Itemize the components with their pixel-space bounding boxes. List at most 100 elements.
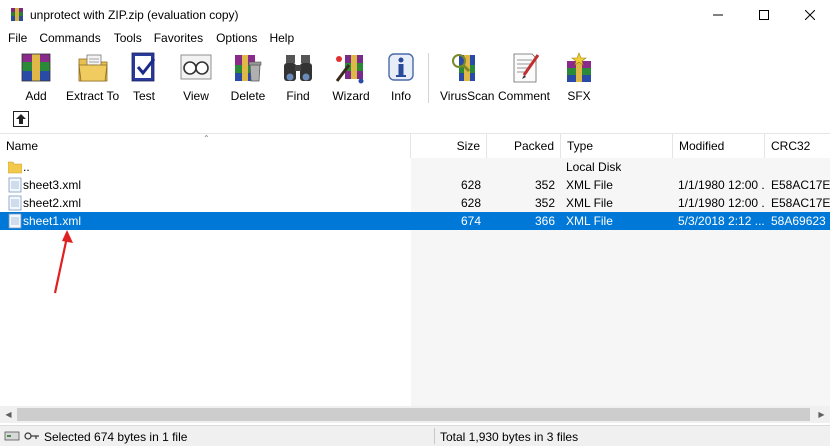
up-arrow-icon bbox=[16, 114, 26, 124]
up-folder-button[interactable] bbox=[13, 111, 29, 127]
delete-button[interactable]: Delete bbox=[228, 50, 268, 103]
file-list: ⌃ Name Size Packed Type Modified CRC32 .… bbox=[0, 133, 830, 409]
comment-button[interactable]: Comment bbox=[498, 50, 550, 103]
add-archive-icon bbox=[16, 50, 56, 86]
test-label: Test bbox=[132, 89, 155, 103]
comment-icon bbox=[504, 50, 544, 86]
xml-file-icon bbox=[8, 213, 22, 229]
file-type: XML File bbox=[566, 196, 613, 210]
annotation-arrow-icon bbox=[53, 230, 73, 294]
file-type: XML File bbox=[566, 214, 613, 228]
file-packed: 366 bbox=[534, 214, 555, 228]
delete-label: Delete bbox=[230, 89, 266, 103]
file-size: 674 bbox=[460, 214, 481, 228]
minimize-button[interactable] bbox=[695, 0, 741, 30]
file-packed: 352 bbox=[534, 178, 555, 192]
scroll-right-icon[interactable]: ▶ bbox=[813, 406, 830, 423]
column-size[interactable]: Size bbox=[411, 134, 487, 158]
path-bar bbox=[0, 109, 830, 131]
close-icon bbox=[805, 10, 815, 20]
file-packed: 352 bbox=[534, 196, 555, 210]
menu-commands[interactable]: Commands bbox=[27, 30, 100, 46]
menu-help[interactable]: Help bbox=[257, 30, 294, 46]
find-label: Find bbox=[286, 89, 310, 103]
add-button[interactable]: Add bbox=[16, 50, 56, 103]
file-modified: 1/1/1980 12:00 ... bbox=[678, 178, 764, 192]
sfx-label: SFX bbox=[567, 89, 591, 103]
status-bar: Selected 674 bytes in 1 file Total 1,930… bbox=[0, 425, 830, 446]
status-drive-key-icon bbox=[4, 431, 39, 441]
info-label: Info bbox=[390, 89, 411, 103]
file-packed bbox=[487, 158, 555, 176]
file-size bbox=[411, 158, 481, 176]
table-row[interactable]: .. Local Disk bbox=[0, 158, 830, 176]
add-label: Add bbox=[25, 89, 47, 103]
file-crc: 58A69623 bbox=[771, 214, 826, 228]
toolbar-separator bbox=[428, 53, 429, 103]
toolbar: Add Extract To Test View Delete Find Wiz… bbox=[0, 47, 830, 109]
view-button[interactable]: View bbox=[176, 50, 216, 103]
file-name: sheet3.xml bbox=[23, 178, 82, 192]
column-header: ⌃ Name Size Packed Type Modified CRC32 bbox=[0, 134, 830, 158]
table-row-selected[interactable]: sheet1.xml 674 366 XML File 5/3/2018 2:1… bbox=[0, 212, 830, 230]
folder-icon bbox=[8, 161, 22, 174]
view-glasses-icon bbox=[176, 50, 216, 86]
extract-to-button[interactable]: Extract To bbox=[66, 50, 119, 103]
file-name: .. bbox=[23, 160, 30, 174]
column-name[interactable]: Name bbox=[0, 134, 411, 158]
scroll-left-icon[interactable]: ◀ bbox=[0, 406, 17, 423]
menu-tools[interactable]: Tools bbox=[101, 30, 142, 46]
test-icon bbox=[124, 50, 164, 86]
title-bar: unprotect with ZIP.zip (evaluation copy) bbox=[0, 0, 830, 30]
status-selected: Selected 674 bytes in 1 file bbox=[44, 430, 188, 444]
winrar-app-icon[interactable] bbox=[9, 7, 25, 23]
info-button[interactable]: Info bbox=[381, 50, 421, 103]
find-button[interactable]: Find bbox=[278, 50, 318, 103]
maximize-icon bbox=[759, 10, 769, 20]
menu-bar: File Commands Tools Favorites Options He… bbox=[0, 30, 830, 46]
column-crc32[interactable]: CRC32 bbox=[765, 134, 830, 158]
menu-file[interactable]: File bbox=[0, 30, 27, 46]
file-type: Local Disk bbox=[566, 160, 622, 174]
column-packed[interactable]: Packed bbox=[487, 134, 561, 158]
extract-to-label: Extract To bbox=[66, 89, 120, 103]
wizard-button[interactable]: Wizard bbox=[331, 50, 371, 103]
file-modified: 5/3/2018 2:12 ... bbox=[678, 214, 764, 228]
wizard-icon bbox=[331, 50, 371, 86]
comment-label: Comment bbox=[498, 89, 551, 103]
status-divider bbox=[434, 428, 435, 444]
file-size: 628 bbox=[460, 178, 481, 192]
menu-favorites[interactable]: Favorites bbox=[142, 30, 203, 46]
wizard-label: Wizard bbox=[332, 89, 370, 103]
horizontal-scrollbar[interactable]: ◀ ▶ bbox=[0, 406, 830, 423]
status-total: Total 1,930 bytes in 3 files bbox=[440, 430, 579, 444]
file-name: sheet2.xml bbox=[23, 196, 82, 210]
delete-icon bbox=[228, 50, 268, 86]
file-modified: 1/1/1980 12:00 ... bbox=[678, 196, 764, 210]
virusscan-button[interactable]: VirusScan bbox=[440, 50, 494, 103]
view-label: View bbox=[183, 89, 209, 103]
window-title: unprotect with ZIP.zip (evaluation copy) bbox=[30, 8, 239, 22]
virusscan-label: VirusScan bbox=[440, 89, 495, 103]
column-modified[interactable]: Modified bbox=[673, 134, 765, 158]
xml-file-icon bbox=[8, 177, 22, 193]
scrollbar-thumb[interactable] bbox=[17, 408, 810, 421]
file-size: 628 bbox=[460, 196, 481, 210]
test-button[interactable]: Test bbox=[124, 50, 164, 103]
sfx-icon bbox=[559, 50, 599, 86]
menu-options[interactable]: Options bbox=[203, 30, 257, 46]
table-row[interactable]: sheet3.xml 628 352 XML File 1/1/1980 12:… bbox=[0, 176, 830, 194]
extract-folder-icon bbox=[73, 50, 113, 86]
xml-file-icon bbox=[8, 195, 22, 211]
maximize-button[interactable] bbox=[741, 0, 787, 30]
info-icon bbox=[381, 50, 421, 86]
virusscan-icon bbox=[447, 50, 487, 86]
file-crc: E58AC17E bbox=[771, 196, 830, 210]
table-row[interactable]: sheet2.xml 628 352 XML File 1/1/1980 12:… bbox=[0, 194, 830, 212]
file-modified bbox=[678, 158, 764, 176]
file-type: XML File bbox=[566, 178, 613, 192]
close-button[interactable] bbox=[787, 0, 830, 30]
column-type[interactable]: Type bbox=[561, 134, 673, 158]
sfx-button[interactable]: SFX bbox=[559, 50, 599, 103]
file-crc: E58AC17E bbox=[771, 178, 830, 192]
